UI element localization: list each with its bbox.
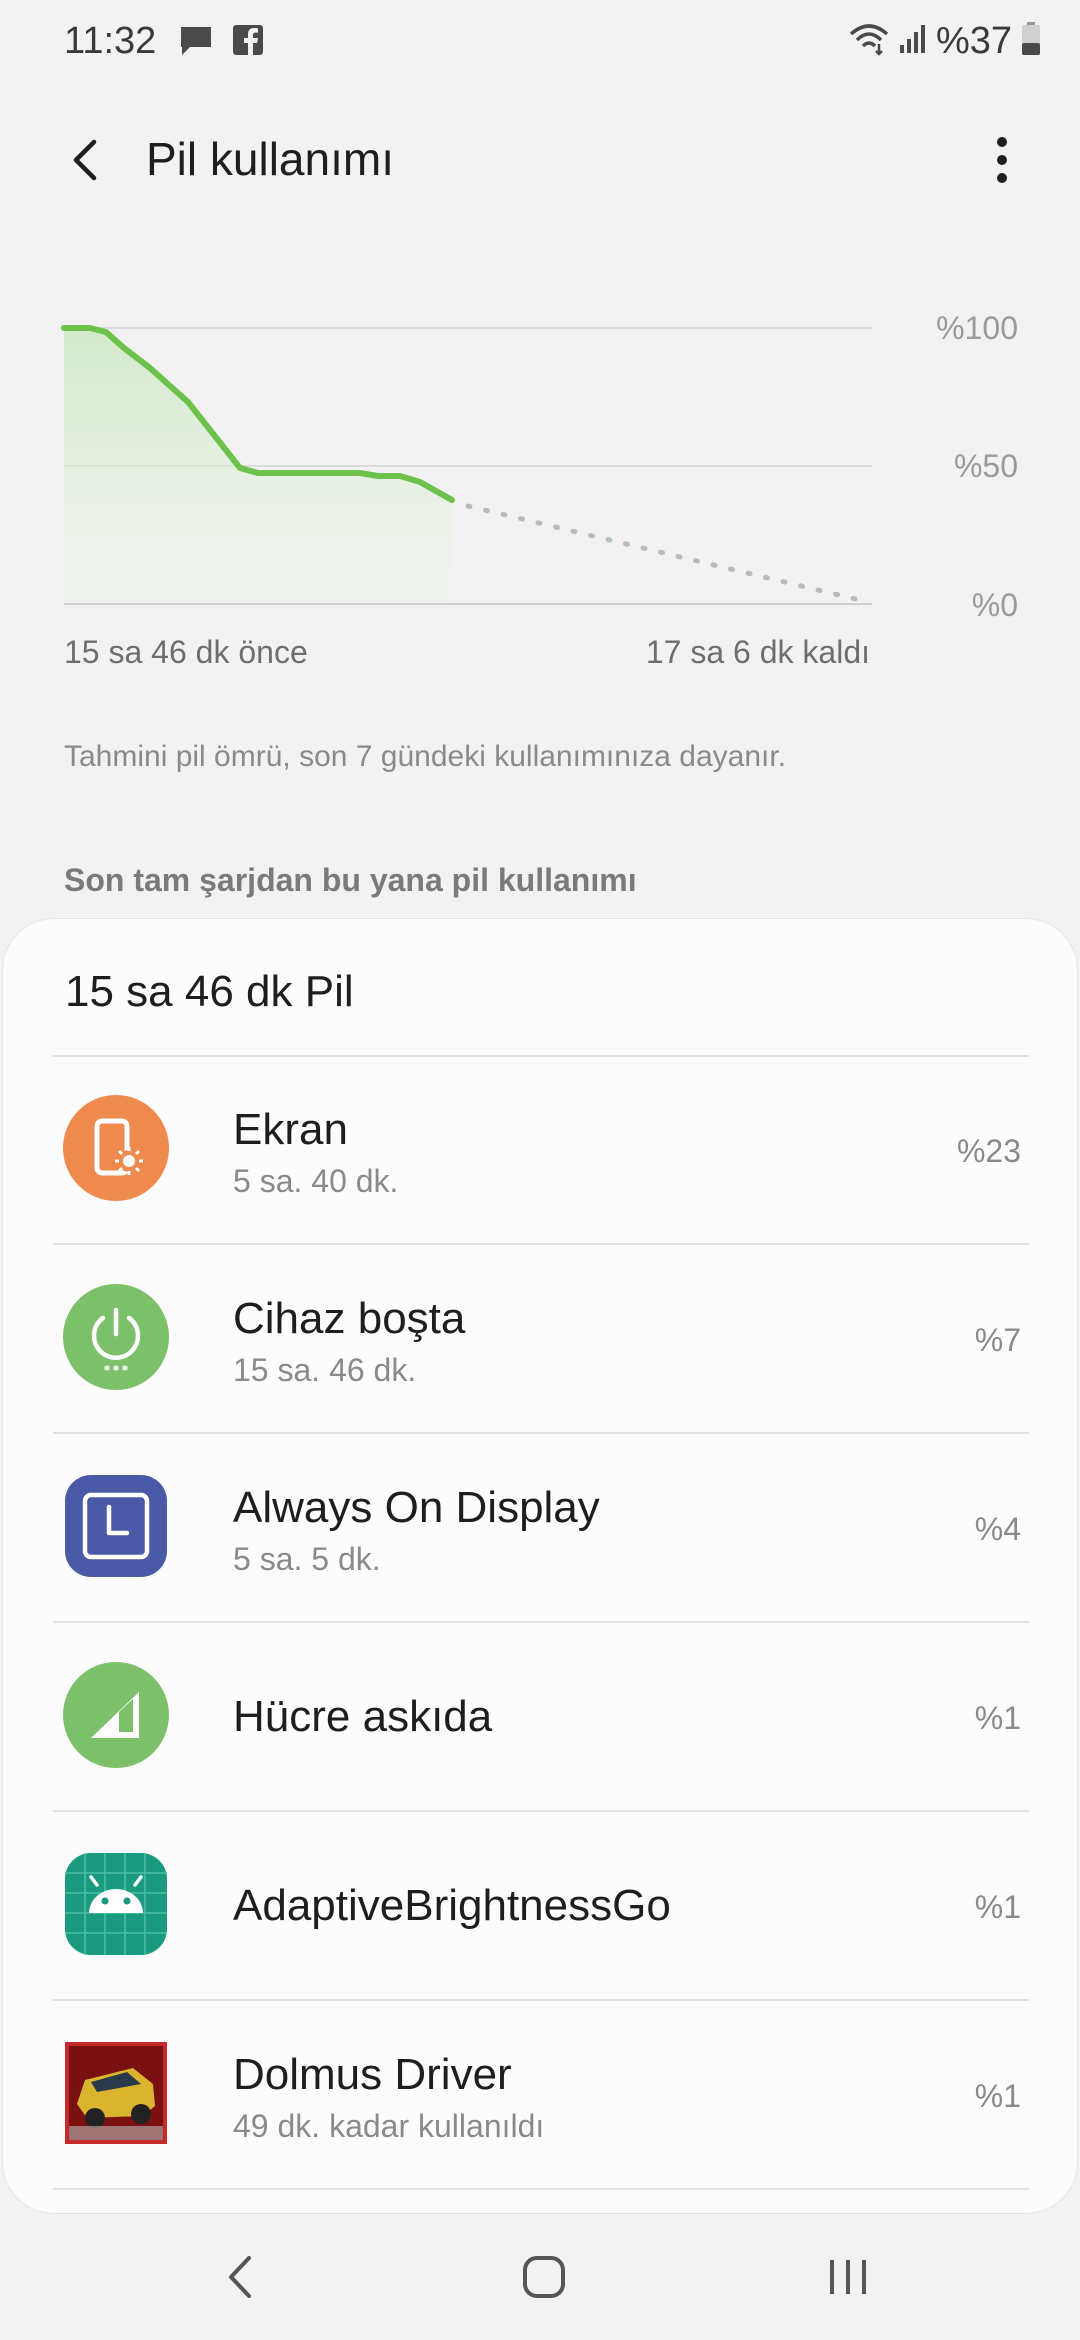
graph-canvas (61, 325, 872, 605)
item-title: Cihaz boşta (233, 1294, 466, 1343)
list-item-ekran[interactable]: Ekran 5 sa. 40 dk. %23 (3, 1055, 1079, 1243)
message-icon (178, 24, 214, 63)
status-time: 11:32 (64, 20, 157, 62)
list-item-dolmus-driver[interactable]: Dolmus Driver 49 dk. kadar kullanıldı %1 (3, 2000, 1079, 2188)
axis-label-50: %50 (953, 448, 1018, 484)
list-item-always-on-display[interactable]: Always On Display 5 sa. 5 dk. %4 (3, 1433, 1079, 1621)
item-subtitle: 5 sa. 5 dk. (233, 1541, 381, 1577)
estimate-note: Tahmini pil ömrü, son 7 gündeki kullanım… (64, 740, 787, 773)
item-percent: %1 (974, 2078, 1021, 2114)
signal-icon (898, 23, 928, 60)
battery-percent: %37 (935, 20, 1012, 62)
item-title: Ekran (233, 1105, 348, 1154)
status-bar: 11:32 %37 (0, 0, 1080, 84)
more-vert-icon (997, 137, 1007, 183)
item-title: AdaptiveBrightnessGo (233, 1881, 671, 1930)
nav-home-button[interactable] (504, 2244, 584, 2310)
nav-home-icon (523, 2256, 565, 2298)
item-subtitle: 15 sa. 46 dk. (233, 1352, 417, 1388)
axis-label-0: %0 (971, 587, 1018, 623)
item-title: Dolmus Driver (233, 2050, 512, 2099)
item-percent: %4 (974, 1511, 1021, 1547)
nav-back-icon (229, 2256, 251, 2298)
list-item-hucre-askida[interactable]: Hücre askıda %1 (3, 1622, 1079, 1810)
app-bar: Pil kullanımı (0, 110, 1080, 210)
nav-recents-button[interactable] (808, 2244, 888, 2310)
item-title: Hücre askıda (233, 1692, 493, 1741)
item-percent: %1 (974, 1700, 1021, 1736)
more-options-button[interactable] (972, 130, 1032, 190)
nav-recents-icon (830, 2260, 866, 2294)
navigation-bar (0, 2214, 1080, 2340)
item-percent: %1 (974, 1889, 1021, 1925)
list-item-adaptivebrightnessgo[interactable]: AdaptiveBrightnessGo %1 (3, 1811, 1079, 1999)
facebook-icon (232, 24, 264, 63)
back-arrow-icon (73, 139, 97, 181)
battery-usage-graph: %100 %50 %0 15 sa 46 dk önce 17 sa 6 dk … (0, 300, 1080, 680)
item-title: Always On Display (233, 1483, 600, 1532)
screen-brightness-icon (63, 1095, 169, 1201)
system-icons: %37 (848, 20, 1042, 63)
nav-back-button[interactable] (200, 2244, 280, 2310)
graph-end-label: 17 sa 6 dk kaldı (645, 634, 870, 670)
list-item-cihaz-bosta[interactable]: Cihaz boşta 15 sa. 46 dk. %7 (3, 1244, 1079, 1432)
usage-card: 15 sa 46 dk Pil Ekran 5 sa. 40 dk. %23 C… (2, 918, 1078, 2214)
axis-label-100: %100 (936, 310, 1018, 346)
power-icon (63, 1284, 169, 1390)
card-header: 15 sa 46 dk Pil (65, 967, 354, 1016)
graph-start-label: 15 sa 46 dk önce (64, 634, 308, 670)
android-icon (63, 1851, 169, 1957)
item-subtitle: 5 sa. 40 dk. (233, 1163, 399, 1199)
game-car-icon (63, 2040, 169, 2146)
clock-icon (63, 1473, 169, 1579)
wifi-icon (848, 22, 890, 61)
item-subtitle: 49 dk. kadar kullanıldı (233, 2108, 545, 2144)
cell-signal-icon (63, 1662, 169, 1768)
battery-icon (1020, 21, 1042, 62)
notification-icons (178, 24, 264, 63)
page-title: Pil kullanımı (146, 133, 394, 185)
back-button[interactable] (56, 130, 116, 190)
section-title: Son tam şarjdan bu yana pil kullanımı (64, 862, 637, 898)
item-percent: %7 (974, 1322, 1021, 1358)
item-percent: %23 (956, 1133, 1021, 1169)
divider (53, 2188, 1029, 2190)
projection-line (465, 503, 871, 605)
